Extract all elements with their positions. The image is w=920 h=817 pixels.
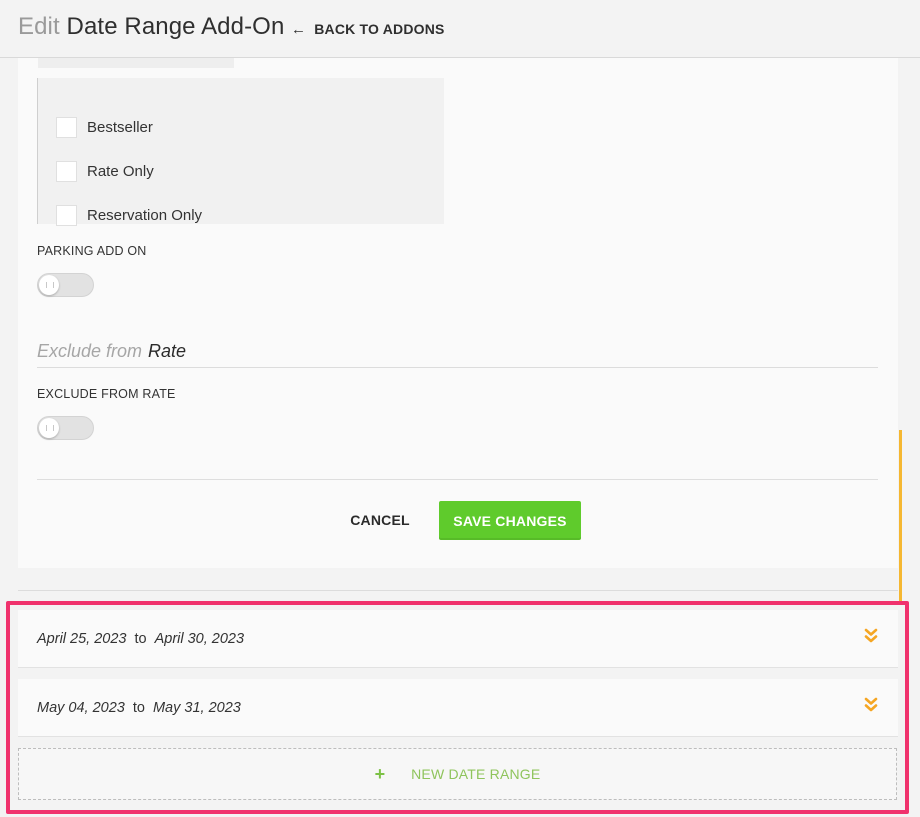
option-bestseller[interactable]: Bestseller	[56, 117, 153, 138]
toggle-knob	[39, 418, 59, 438]
parking-add-on-toggle[interactable]	[37, 273, 94, 297]
exclude-from-rate-label: EXCLUDE FROM RATE	[37, 387, 176, 401]
section-heading-strong: Rate	[148, 341, 187, 361]
options-checkbox-group: Bestseller Rate Only Reservation Only	[37, 78, 444, 226]
save-changes-button[interactable]: SAVE CHANGES	[439, 501, 581, 540]
page-header: Edit Date Range Add-On ← BACK TO ADDONS	[0, 0, 920, 58]
option-label: Rate Only	[87, 163, 154, 180]
exclude-from-rate-toggle[interactable]	[37, 416, 94, 440]
option-label: Reservation Only	[87, 207, 203, 224]
section-divider	[18, 590, 898, 591]
option-reservation-only[interactable]: Reservation Only	[56, 205, 202, 226]
scroll-indicator	[899, 430, 902, 605]
section-heading-muted: Exclude from	[37, 341, 143, 361]
addon-form-card: Bestseller Rate Only Reservation Only PA…	[18, 58, 898, 568]
form-divider	[37, 479, 878, 480]
checkbox-reservation-only[interactable]	[56, 205, 77, 226]
parking-add-on-label: PARKING ADD ON	[37, 244, 147, 258]
page-title: Edit Date Range Add-On	[18, 13, 284, 41]
option-rate-only[interactable]: Rate Only	[56, 161, 154, 182]
option-label: Bestseller	[87, 119, 153, 136]
field-stub	[38, 58, 234, 68]
title-addon-name: Date Range Add-On	[66, 13, 285, 40]
highlight-box	[6, 601, 909, 814]
back-to-addons-link[interactable]: ← BACK TO ADDONS	[291, 21, 445, 37]
back-label: BACK TO ADDONS	[314, 21, 445, 37]
toggle-knob	[39, 275, 59, 295]
checkbox-rate-only[interactable]	[56, 161, 77, 182]
cancel-button[interactable]: CANCEL	[344, 502, 416, 538]
arrow-left-icon: ←	[291, 20, 307, 38]
checkbox-bestseller[interactable]	[56, 117, 77, 138]
title-edit-word: Edit	[18, 13, 60, 40]
exclude-section-heading: Exclude from Rate	[37, 341, 878, 368]
